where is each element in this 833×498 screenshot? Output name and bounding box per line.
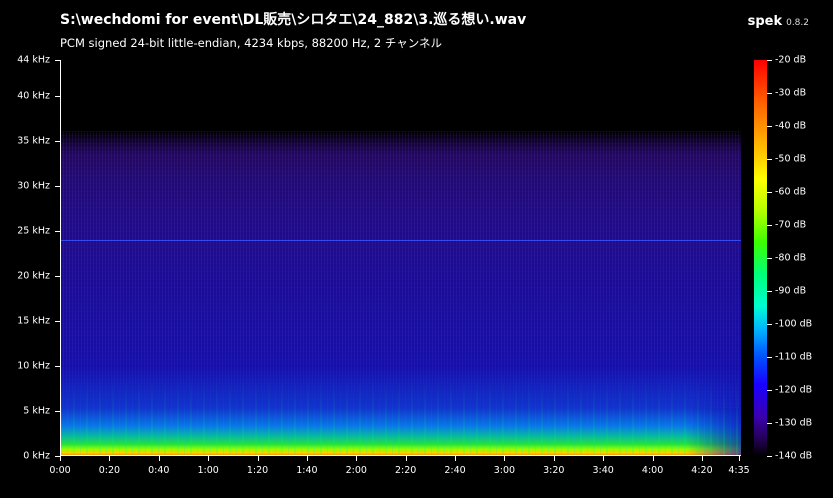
colorbar-tick-mark xyxy=(767,390,772,391)
time-tick-label: 2:40 xyxy=(444,465,466,476)
frequency-tick-label: 0 kHz xyxy=(23,450,50,462)
spectrogram-energy-streaks xyxy=(60,376,741,456)
time-tick-mark xyxy=(455,456,456,461)
colorbar-tick-mark xyxy=(767,456,772,457)
time-tick-mark xyxy=(109,456,110,461)
horizontal-line-24khz xyxy=(60,240,741,241)
time-tick-label: 0:00 xyxy=(49,465,71,476)
frequency-tick-mark xyxy=(55,141,60,142)
colorbar-tick-label: -90 dB xyxy=(775,285,807,297)
file-path-title: S:\wechdomi for event\DL販売\シロタエ\24_882\3… xyxy=(60,12,527,28)
time-tick-label: 1:00 xyxy=(197,465,219,476)
frequency-tick-label: 15 kHz xyxy=(17,315,50,327)
spectrogram-plot[interactable] xyxy=(60,60,741,456)
frequency-tick-mark xyxy=(55,366,60,367)
time-tick-label: 4:35 xyxy=(728,465,750,476)
frequency-tick-label: 30 kHz xyxy=(17,180,50,192)
frequency-tick-mark xyxy=(55,276,60,277)
app-version: 0.8.2 xyxy=(786,18,809,28)
time-tick-mark xyxy=(208,456,209,461)
time-tick-mark xyxy=(603,456,604,461)
colorbar-tick-mark xyxy=(767,423,772,424)
frequency-tick-label: 5 kHz xyxy=(23,405,50,417)
time-tick-mark xyxy=(406,456,407,461)
colorbar-tick-mark xyxy=(767,225,772,226)
app-name: spek xyxy=(747,14,783,29)
time-tick-mark xyxy=(554,456,555,461)
time-tick-mark xyxy=(653,456,654,461)
frequency-tick-mark xyxy=(55,60,60,61)
time-tick-mark xyxy=(60,456,61,461)
time-tick-mark xyxy=(504,456,505,461)
time-tick-label: 0:40 xyxy=(148,465,170,476)
frequency-tick-mark xyxy=(55,321,60,322)
colorbar-tick-label: -120 dB xyxy=(775,384,813,396)
colorbar-tick-label: -130 dB xyxy=(775,417,813,429)
frequency-tick-label: 10 kHz xyxy=(17,360,50,372)
time-tick-label: 4:20 xyxy=(691,465,713,476)
colorbar-tick-mark xyxy=(767,258,772,259)
time-tick-label: 2:00 xyxy=(345,465,367,476)
time-tick-label: 1:40 xyxy=(296,465,318,476)
frequency-tick-label: 20 kHz xyxy=(17,270,50,282)
frequency-tick-mark xyxy=(55,231,60,232)
colorbar-tick-label: -40 dB xyxy=(775,120,807,132)
time-tick-label: 0:20 xyxy=(98,465,121,476)
time-tick-label: 4:00 xyxy=(641,465,664,476)
colorbar-tick-label: -50 dB xyxy=(775,153,807,165)
colorbar-tick-mark xyxy=(767,159,772,160)
colorbar-tick-label: -140 dB xyxy=(775,450,813,462)
time-tick-mark xyxy=(307,456,308,461)
time-tick-label: 2:20 xyxy=(395,465,417,476)
colorbar-tick-mark xyxy=(767,60,772,61)
time-tick-label: 3:20 xyxy=(543,465,565,476)
audio-format-info: PCM signed 24-bit little-endian, 4234 kb… xyxy=(60,36,442,50)
frequency-tick-label: 35 kHz xyxy=(17,135,50,147)
colorbar-tick-mark xyxy=(767,291,772,292)
time-tick-mark xyxy=(258,456,259,461)
time-tick-mark xyxy=(739,456,740,461)
time-tick-label: 3:00 xyxy=(493,465,516,476)
colorbar-tick-label: -110 dB xyxy=(775,351,813,363)
time-tick-label: 3:40 xyxy=(592,465,614,476)
colorbar-tick-label: -70 dB xyxy=(775,219,807,231)
app-brand: spek 0.8.2 xyxy=(748,10,809,29)
colorbar-tick-label: -80 dB xyxy=(775,252,807,264)
colorbar-tick-mark xyxy=(767,324,772,325)
frequency-tick-mark xyxy=(55,411,60,412)
colorbar-tick-label: -30 dB xyxy=(775,87,807,99)
frequency-tick-label: 25 kHz xyxy=(17,225,50,237)
frequency-tick-label: 40 kHz xyxy=(17,90,50,102)
colorbar-tick-mark xyxy=(767,93,772,94)
time-tick-label: 1:20 xyxy=(246,465,269,476)
colorbar-tick-mark xyxy=(767,357,772,358)
colorbar-tick-label: -100 dB xyxy=(775,318,813,330)
colorbar-tick-label: -20 dB xyxy=(775,54,807,66)
frequency-tick-label: 44 kHz xyxy=(17,54,50,66)
colorbar-tick-mark xyxy=(767,126,772,127)
frequency-tick-mark xyxy=(55,96,60,97)
time-tick-mark xyxy=(159,456,160,461)
colorbar-tick-mark xyxy=(767,192,772,193)
colorbar xyxy=(754,60,767,456)
time-tick-mark xyxy=(702,456,703,461)
colorbar-tick-label: -60 dB xyxy=(775,186,807,198)
time-tick-mark xyxy=(356,456,357,461)
frequency-tick-mark xyxy=(55,186,60,187)
